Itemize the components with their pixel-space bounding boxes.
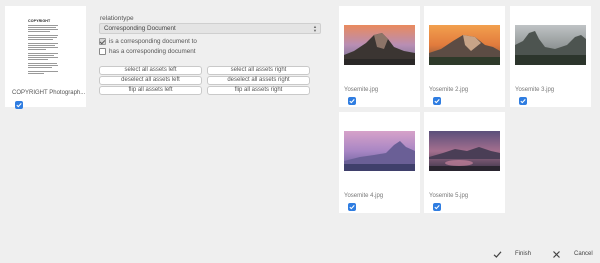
- document-text-line: [28, 27, 56, 28]
- checkmark-icon: [16, 103, 22, 108]
- checkmark-icon: [434, 205, 440, 210]
- image-thumbnail: [429, 131, 500, 171]
- document-asset-card[interactable]: COPYRIGHT COPYRIGHT Photograph...: [5, 6, 86, 109]
- select-arrows-icon: ▲ ▼: [313, 24, 317, 33]
- image-asset-card[interactable]: Yosemite 3.jpg: [510, 6, 591, 107]
- document-text-line: [28, 63, 57, 64]
- document-text-line: [28, 31, 50, 32]
- document-text-line: [28, 35, 58, 36]
- image-asset-card[interactable]: Yosemite 5.jpg: [424, 112, 505, 213]
- cancel-label: Cancel: [574, 251, 593, 257]
- document-text-line: [28, 37, 57, 38]
- deselect-all-right-button[interactable]: deselect all assets right: [207, 76, 310, 85]
- option-checkbox-checked[interactable]: [99, 38, 106, 45]
- select-all-left-button[interactable]: select all assets left: [99, 66, 202, 75]
- image-select-checkbox[interactable]: [519, 97, 527, 105]
- relation-type-selected-value: Corresponding Document: [104, 25, 176, 32]
- flip-all-right-button[interactable]: flip all assets right: [207, 86, 310, 95]
- option-is-corresponding-document-to[interactable]: is a corresponding document to: [99, 38, 249, 46]
- option-has-corresponding-document[interactable]: has a corresponding document: [99, 48, 249, 56]
- checkmark-icon: [434, 99, 440, 104]
- checkmark-icon: [349, 99, 355, 104]
- document-thumbnail: COPYRIGHT: [24, 16, 62, 79]
- option-label: has a corresponding document: [109, 48, 196, 55]
- image-thumbnail: [515, 25, 586, 65]
- document-thumbnail-heading: COPYRIGHT: [28, 19, 51, 23]
- image-name: Yosemite 5.jpg: [429, 193, 469, 199]
- image-thumbnail: [429, 25, 500, 65]
- image-asset-card[interactable]: Yosemite 2.jpg: [424, 6, 505, 107]
- image-thumbnail: [344, 25, 415, 65]
- close-icon: [553, 251, 560, 258]
- finish-button[interactable]: Finish: [493, 250, 538, 260]
- image-thumbnail: [344, 131, 415, 171]
- document-text-line: [28, 29, 58, 30]
- document-text-line: [28, 25, 58, 26]
- document-text-line: [28, 43, 58, 44]
- document-text-line: [28, 71, 58, 72]
- flip-all-left-button[interactable]: flip all assets left: [99, 86, 202, 95]
- document-text-line: [28, 45, 55, 46]
- document-name: COPYRIGHT Photograph...: [12, 90, 86, 96]
- cancel-button[interactable]: Cancel: [552, 250, 597, 260]
- image-name: Yosemite.jpg: [344, 87, 379, 93]
- image-name: Yosemite 2.jpg: [429, 87, 469, 93]
- document-text-line: [28, 55, 54, 56]
- document-text-line: [28, 59, 48, 60]
- document-text-line: [28, 65, 58, 66]
- document-select-checkbox[interactable]: [15, 101, 23, 109]
- select-all-right-button[interactable]: select all assets right: [207, 66, 310, 75]
- document-text-line: [28, 67, 52, 68]
- option-label: is a corresponding document to: [109, 38, 197, 45]
- option-checkbox-unchecked[interactable]: [99, 48, 106, 55]
- checkmark-icon: [520, 99, 526, 104]
- image-select-checkbox[interactable]: [348, 97, 356, 105]
- checkmark-icon: [349, 205, 355, 210]
- image-select-checkbox[interactable]: [433, 203, 441, 211]
- image-asset-card[interactable]: Yosemite 4.jpg: [339, 112, 420, 213]
- relation-type-label: relationtype: [100, 15, 134, 22]
- relation-type-select[interactable]: Corresponding Document ▲ ▼: [99, 23, 321, 34]
- document-text-line: [28, 53, 58, 54]
- image-select-checkbox[interactable]: [348, 203, 356, 211]
- finish-label: Finish: [515, 251, 532, 257]
- document-text-line: [28, 49, 46, 50]
- image-asset-card[interactable]: Yosemite.jpg: [339, 6, 420, 107]
- document-text-line: [28, 39, 53, 40]
- document-text-line: [28, 47, 58, 48]
- image-select-checkbox[interactable]: [433, 97, 441, 105]
- checkmark-icon: [493, 251, 502, 258]
- image-name: Yosemite 3.jpg: [515, 87, 555, 93]
- deselect-all-left-button[interactable]: deselect all assets left: [99, 76, 202, 85]
- document-text-line: [28, 73, 44, 74]
- image-name: Yosemite 4.jpg: [344, 193, 384, 199]
- document-text-line: [28, 57, 58, 58]
